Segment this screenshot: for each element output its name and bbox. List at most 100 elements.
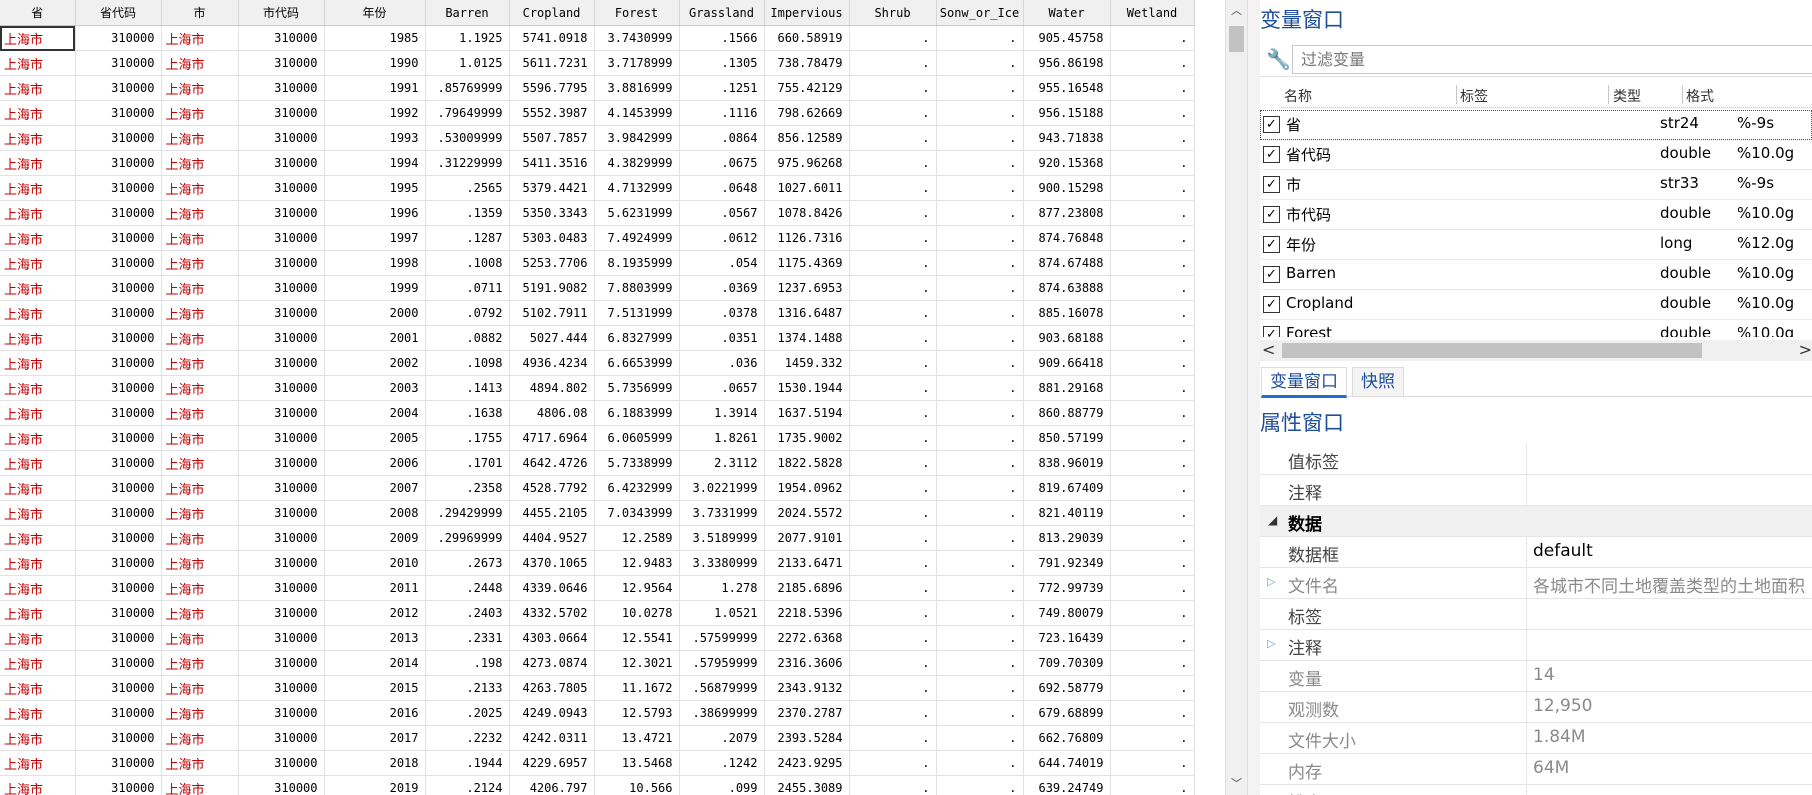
data-cell[interactable]: 1.278 [679, 575, 765, 601]
column-divider[interactable] [1608, 85, 1609, 104]
variable-list-scroll-thumb[interactable] [1282, 343, 1702, 358]
data-cell[interactable]: 791.92349 [1023, 550, 1111, 576]
data-cell[interactable]: 4.1453999 [594, 100, 680, 126]
data-cell[interactable]: 5027.444 [509, 325, 595, 351]
column-divider[interactable] [1456, 85, 1457, 104]
data-cell[interactable]: . [936, 675, 1024, 701]
data-cell[interactable]: 856.12589 [764, 125, 850, 151]
data-cell[interactable]: .1359 [425, 200, 510, 226]
data-cell[interactable]: 4242.0311 [509, 725, 595, 751]
data-cell[interactable]: 1991 [324, 75, 426, 101]
data-cell[interactable]: 310000 [238, 400, 325, 426]
data-cell[interactable]: 5552.3987 [509, 100, 595, 126]
data-cell[interactable]: 2019 [324, 775, 426, 795]
data-cell[interactable]: .0369 [679, 275, 765, 301]
data-cell[interactable]: 1027.6011 [764, 175, 850, 201]
data-cell[interactable]: 上海市 [161, 75, 239, 101]
data-cell[interactable]: . [849, 350, 937, 376]
data-cell[interactable]: 723.16439 [1023, 625, 1111, 651]
data-cell[interactable]: 5507.7857 [509, 125, 595, 151]
data-cell[interactable]: 5.7356999 [594, 375, 680, 401]
data-cell[interactable]: 310000 [75, 275, 162, 301]
header-format[interactable]: 格式 [1686, 86, 1714, 106]
data-cell[interactable]: 310000 [238, 775, 325, 795]
data-cell[interactable]: . [849, 775, 937, 795]
data-cell[interactable]: 1.0521 [679, 600, 765, 626]
data-cell[interactable]: . [849, 50, 937, 76]
data-cell[interactable]: .2079 [679, 725, 765, 751]
data-cell[interactable]: .1638 [425, 400, 510, 426]
data-cell[interactable]: 上海市 [161, 325, 239, 351]
data-cell[interactable]: 12.3021 [594, 650, 680, 676]
data-cell[interactable]: 2012 [324, 600, 426, 626]
data-cell[interactable]: .38699999 [679, 700, 765, 726]
data-cell[interactable]: . [936, 550, 1024, 576]
data-cell[interactable]: . [936, 325, 1024, 351]
data-cell[interactable]: . [1110, 275, 1195, 301]
data-cell[interactable]: . [849, 150, 937, 176]
data-cell[interactable]: .1755 [425, 425, 510, 451]
data-cell[interactable]: 310000 [238, 600, 325, 626]
data-cell[interactable]: 上海市 [0, 775, 76, 795]
data-cell[interactable]: 上海市 [0, 75, 76, 101]
data-cell[interactable]: .1944 [425, 750, 510, 776]
data-cell[interactable]: .0648 [679, 175, 765, 201]
expand-arrow-icon[interactable]: ▷ [1267, 575, 1275, 588]
data-cell[interactable]: 上海市 [0, 425, 76, 451]
data-cell[interactable]: 10.0278 [594, 600, 680, 626]
data-cell[interactable]: .1116 [679, 100, 765, 126]
variable-row[interactable]: ✓ 省代码 double %10.0g [1260, 140, 1812, 170]
property-value[interactable]: 12,950 [1533, 696, 1592, 716]
data-cell[interactable]: 4806.08 [509, 400, 595, 426]
data-cell[interactable]: . [936, 75, 1024, 101]
header-label[interactable]: 标签 [1460, 86, 1488, 106]
data-cell[interactable]: 2393.5284 [764, 725, 850, 751]
data-cell[interactable]: 310000 [75, 425, 162, 451]
data-cell[interactable]: 12.5541 [594, 625, 680, 651]
data-cell[interactable]: . [936, 200, 1024, 226]
header-name[interactable]: 名称 [1284, 86, 1312, 106]
data-cell[interactable]: 5191.9082 [509, 275, 595, 301]
data-cell[interactable]: 上海市 [161, 525, 239, 551]
data-cell[interactable]: . [1110, 50, 1195, 76]
data-cell[interactable]: 上海市 [161, 700, 239, 726]
data-cell[interactable]: 5253.7706 [509, 250, 595, 276]
data-cell[interactable]: 2010 [324, 550, 426, 576]
data-cell[interactable]: 2015 [324, 675, 426, 701]
data-cell[interactable]: . [1110, 150, 1195, 176]
data-cell[interactable]: 909.66418 [1023, 350, 1111, 376]
data-cell[interactable]: 874.63888 [1023, 275, 1111, 301]
data-cell[interactable]: .2673 [425, 550, 510, 576]
data-cell[interactable]: 上海市 [161, 225, 239, 251]
column-header[interactable]: Shrub [849, 0, 937, 26]
data-cell[interactable]: 310000 [238, 250, 325, 276]
data-cell[interactable]: 上海市 [0, 500, 76, 526]
data-cell[interactable]: 310000 [238, 525, 325, 551]
data-cell[interactable]: 1.3914 [679, 400, 765, 426]
data-cell[interactable]: 3.8816999 [594, 75, 680, 101]
data-cell[interactable]: . [1110, 125, 1195, 151]
data-cell[interactable]: 4370.1065 [509, 550, 595, 576]
data-cell[interactable]: 2133.6471 [764, 550, 850, 576]
data-cell[interactable]: 2006 [324, 450, 426, 476]
data-cell[interactable]: 上海市 [0, 350, 76, 376]
data-cell[interactable]: 6.0605999 [594, 425, 680, 451]
data-cell[interactable]: 2009 [324, 525, 426, 551]
data-cell[interactable]: 310000 [238, 325, 325, 351]
data-cell[interactable]: 4.7132999 [594, 175, 680, 201]
data-cell[interactable]: 4249.0943 [509, 700, 595, 726]
property-value[interactable]: 14 [1533, 665, 1555, 685]
data-cell[interactable]: . [1110, 550, 1195, 576]
data-cell[interactable]: 2185.6896 [764, 575, 850, 601]
data-cell[interactable]: 1530.1944 [764, 375, 850, 401]
data-cell[interactable]: 上海市 [0, 125, 76, 151]
data-cell[interactable]: 2000 [324, 300, 426, 326]
data-cell[interactable]: 310000 [75, 675, 162, 701]
data-cell[interactable]: 310000 [238, 25, 325, 51]
grid-vertical-scrollbar[interactable]: ︿ ﹀ [1225, 0, 1247, 795]
data-cell[interactable]: . [849, 200, 937, 226]
data-cell[interactable]: 5411.3516 [509, 150, 595, 176]
data-cell[interactable]: 310000 [75, 550, 162, 576]
tab-snapshots[interactable]: 快照 [1352, 367, 1404, 396]
data-cell[interactable]: 310000 [75, 325, 162, 351]
